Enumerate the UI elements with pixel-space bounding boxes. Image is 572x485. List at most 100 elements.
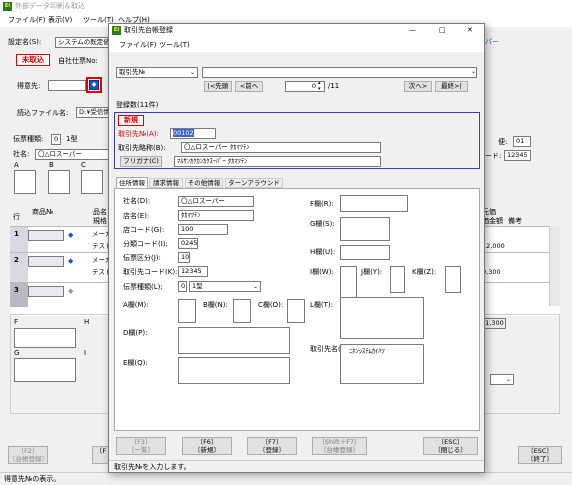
l-col-label: L欄(T):	[310, 301, 333, 309]
c-col-label: C欄(O):	[258, 301, 284, 309]
e-col-box[interactable]	[178, 357, 290, 384]
main-titlebar: Ei 外部データ印刷＆取込	[0, 0, 572, 14]
main-statusbar: 得意先№の表示。	[0, 472, 572, 485]
class-code-input[interactable]: 0245	[178, 238, 198, 249]
row-product-input[interactable]	[28, 256, 64, 267]
partner-short-input[interactable]: 〇△ロスーパー ﾀｶﾏﾂﾃﾝ	[181, 142, 381, 153]
row-lookup-icon[interactable]: ◆	[68, 287, 73, 295]
readfile-label: 読込ファイル名:	[17, 109, 69, 117]
partner-code-label: 取引先コード(K):	[123, 268, 178, 276]
ledger-register-button[interactable]: 〔Shift＋F7〕 〔台帳登録〕	[312, 437, 367, 455]
maximize-icon[interactable]: □	[439, 27, 446, 34]
ledger-button[interactable]: 〔F2〕 〔台帳登録〕	[8, 446, 48, 464]
col-a-box[interactable]	[14, 170, 36, 194]
tab-billing[interactable]: 請求情報	[149, 178, 183, 188]
main-title: 外部データ印刷＆取込	[15, 2, 85, 10]
col-b-box[interactable]	[48, 170, 70, 194]
register-button[interactable]: 〔F7〕 〔登録〕	[247, 437, 297, 455]
readfile-input[interactable]: D:¥受信情報¥	[76, 107, 112, 118]
grid-col-name: 品名	[93, 208, 107, 216]
new-button[interactable]: 〔F6〕 〔新規〕	[182, 437, 232, 455]
voucher-kind-num[interactable]: 0	[178, 281, 187, 292]
menu-file[interactable]: ファイル(F)	[8, 17, 46, 24]
b-col-box[interactable]	[233, 299, 251, 323]
tab-other[interactable]: その他情報	[185, 178, 223, 188]
list-button[interactable]: 〔F3〕 〔一覧〕	[116, 437, 166, 455]
h-col-box[interactable]	[340, 245, 390, 260]
furigana-input[interactable]: ﾏﾙｻﾝｶｸｶﾝｶｸｽｰﾊﾟｰ ﾀｶﾏﾂﾃﾝ	[174, 156, 381, 167]
customer-input[interactable]	[48, 80, 86, 91]
store-name-input[interactable]: 〇△ロスーパー	[35, 149, 111, 160]
minimize-icon[interactable]: —	[409, 27, 416, 34]
row-lookup-icon[interactable]: ◆	[68, 231, 73, 239]
d-col-box[interactable]	[178, 327, 290, 354]
close-button[interactable]: 〔ESC〕 〔閉じる〕	[423, 437, 478, 455]
nav-prev-button[interactable]: <前へ	[235, 81, 263, 92]
row-product-input[interactable]	[28, 286, 64, 297]
dialog-menu-file[interactable]: ファイル(F)	[119, 42, 157, 49]
partner-combo[interactable]: 取引先№ ⌄	[116, 67, 198, 78]
tab-address[interactable]: 住所情報	[116, 177, 148, 188]
tab-turnaround[interactable]: ターンアラウンド用	[225, 178, 283, 196]
nav-first-button[interactable]: |<先頭	[204, 81, 232, 92]
chevron-down-icon[interactable]: ⌄	[471, 68, 476, 75]
chevron-down-icon: ⌄	[505, 376, 511, 383]
partner-name2-box[interactable]: ﾆﾎﾝｼｽﾃﾑｶｲﾊﾂ	[340, 344, 424, 384]
grid-scrollbar[interactable]	[549, 226, 560, 306]
flight-input[interactable]: 01	[513, 136, 531, 147]
b-col-label: B欄(N):	[203, 301, 228, 309]
row-product-input[interactable]	[28, 230, 64, 241]
store-input[interactable]: ﾀｶﾏﾂﾃﾝ	[178, 210, 254, 221]
a-col-box[interactable]	[178, 299, 196, 323]
spinner-arrows-icon[interactable]: ▴ ▾	[318, 80, 321, 92]
h-col-label: H欄(U):	[310, 248, 336, 256]
g-box[interactable]	[14, 358, 76, 382]
k-col-label: K欄(Z):	[412, 268, 437, 276]
k-col-box[interactable]	[445, 266, 461, 293]
voucher-kind-select[interactable]: 1型 ⌄	[189, 281, 261, 292]
col-c-box[interactable]	[81, 170, 103, 194]
customer-lookup-button[interactable]: ◆	[89, 80, 99, 90]
l-col-box[interactable]	[340, 297, 424, 339]
h-label: H	[84, 318, 90, 326]
store-label: 店名(E):	[123, 212, 150, 220]
f-box[interactable]	[14, 328, 76, 348]
grid-col-amount: 価金額	[482, 217, 503, 225]
voucher-type-num[interactable]: 0	[51, 134, 61, 145]
menu-view[interactable]: 表示(V)	[48, 17, 72, 24]
i-col-box[interactable]	[340, 266, 357, 299]
dialog-statusbar: 取引先№を入力します。	[109, 460, 484, 472]
exit-button[interactable]: 〔ESC〕 〔終了〕	[518, 446, 562, 464]
j-col-box[interactable]	[390, 266, 405, 293]
right-code-input[interactable]: 12345	[504, 150, 531, 161]
furigana-button[interactable]: フリガナ(C)	[120, 156, 162, 167]
company-input[interactable]: 〇△ロスーパー	[178, 196, 254, 207]
c-col-box[interactable]	[287, 299, 305, 323]
nav-next-button[interactable]: 次へ>	[404, 81, 432, 92]
g-col-box[interactable]	[340, 217, 390, 241]
dialog-menu-tools[interactable]: ツール(T)	[159, 42, 190, 49]
f-col-box[interactable]	[340, 195, 408, 212]
own-company-label: 自社仕票No:	[58, 57, 98, 65]
right-bottom-select[interactable]: ⌄	[490, 374, 514, 385]
registered-count: 登録数(11件)	[116, 101, 159, 109]
partner-no-label: 取引先№(A):	[118, 130, 159, 138]
grid-col-note: 備考	[508, 217, 522, 225]
voucher-div-input[interactable]: 10	[178, 252, 190, 263]
dialog-titlebar: Ei 取引先台帳登録 — □ ✕	[109, 24, 484, 38]
col-c-label: C	[81, 161, 86, 169]
store-code-input[interactable]: 100	[178, 224, 228, 235]
j-col-label: J欄(Y):	[361, 268, 383, 276]
partner-search-input[interactable]	[202, 67, 477, 78]
dialog-icon: Ei	[112, 26, 121, 35]
partner-code-input[interactable]: 12345	[178, 266, 208, 277]
nav-last-button[interactable]: 最終>|	[435, 81, 468, 92]
row-lookup-icon[interactable]: ◆	[68, 257, 73, 265]
partner-no-input[interactable]: 00102	[170, 128, 216, 139]
chevron-down-icon: ⌄	[189, 69, 195, 76]
close-icon[interactable]: ✕	[467, 27, 473, 34]
setting-label: 設定名(S):	[8, 38, 42, 46]
total-pages: /11	[328, 82, 340, 90]
row-number-cell: 2	[10, 253, 28, 283]
i-label: I	[84, 349, 87, 357]
